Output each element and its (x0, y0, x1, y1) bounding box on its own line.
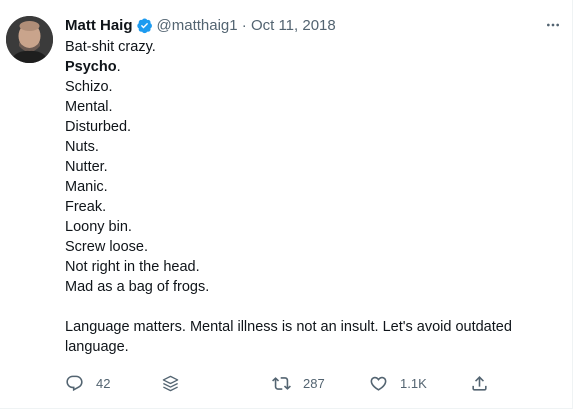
reply-icon (65, 374, 84, 393)
tweet-line: Freak. (65, 199, 107, 215)
reply-button[interactable]: 42 (65, 372, 110, 394)
tweet-line: Nuts. (65, 139, 99, 155)
tweet-line: Manic. (65, 179, 108, 195)
retweet-count: 287 (303, 375, 325, 391)
tweet-closing-paragraph: Language matters. Mental illness is not … (65, 319, 512, 355)
tweet-header: Matt Haig @matthaig1 · Oct 11, 2018 (65, 15, 336, 35)
tweet-line: Nutter. (65, 159, 108, 175)
tweet-line: Psycho. (65, 59, 121, 75)
layers-button[interactable] (161, 372, 180, 394)
tweet-line: Loony bin. (65, 219, 132, 235)
share-icon (470, 374, 489, 393)
share-button[interactable] (470, 372, 489, 394)
author-handle[interactable]: @matthaig1 (157, 17, 238, 34)
tweet-date[interactable]: Oct 11, 2018 (251, 17, 336, 34)
verified-badge-icon (136, 17, 153, 34)
tweet-card[interactable]: Matt Haig @matthaig1 · Oct 11, 2018 Bat-… (0, 0, 573, 409)
tweet-line: Schizo. (65, 79, 113, 95)
like-count: 1.1K (400, 375, 427, 391)
author-name[interactable]: Matt Haig (65, 17, 133, 34)
tweet-text: Bat-shit crazy. Psycho. Schizo. Mental. … (65, 37, 555, 357)
meta-separator: · (241, 16, 247, 34)
reply-count: 42 (96, 375, 111, 391)
like-button[interactable]: 1.1K (369, 372, 427, 394)
retweet-button[interactable]: 287 (272, 372, 325, 394)
tweet-line: Mental. (65, 99, 113, 115)
tweet-line: Bat-shit crazy. (65, 39, 156, 55)
retweet-icon (272, 374, 291, 393)
tweet-line: Not right in the head. (65, 259, 200, 275)
more-options-icon[interactable] (542, 14, 564, 36)
heart-icon (369, 374, 388, 393)
tweet-line: Disturbed. (65, 119, 132, 135)
avatar[interactable] (6, 16, 53, 63)
layers-icon (161, 374, 180, 393)
tweet-line: Screw loose. (65, 239, 149, 255)
tweet-actions: 42 287 1.1K (65, 372, 495, 394)
tweet-line: Mad as a bag of frogs. (65, 279, 210, 295)
